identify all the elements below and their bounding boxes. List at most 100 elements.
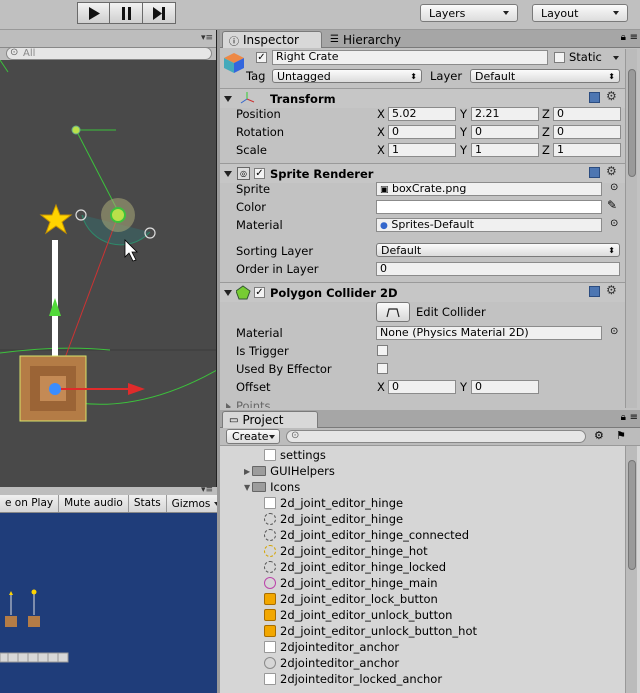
tab-inspector[interactable]: ⓘ Inspector bbox=[222, 31, 322, 48]
foldout-icon bbox=[224, 290, 232, 296]
collider-material-field[interactable]: None (Physics Material 2D) bbox=[376, 326, 602, 340]
sprite-renderer-enabled-checkbox[interactable]: ✓ bbox=[254, 168, 265, 179]
layer-dropdown[interactable]: Default ⬍ bbox=[470, 69, 620, 83]
order-in-layer-field[interactable]: 0 bbox=[376, 262, 620, 276]
menu-icon[interactable]: ≡ bbox=[630, 32, 638, 43]
scene-canvas[interactable] bbox=[0, 60, 217, 487]
expand-open-icon[interactable]: ▼ bbox=[244, 483, 250, 492]
panel-splitter[interactable]: ▾≡ bbox=[0, 485, 217, 495]
pause-button[interactable] bbox=[110, 2, 143, 24]
tree-row[interactable]: 2d_joint_editor_hinge_locked bbox=[264, 559, 446, 575]
rotation-x-field[interactable]: 0 bbox=[388, 125, 456, 139]
tree-row-label: 2djointeditor_anchor bbox=[280, 640, 400, 654]
filter-label-icon[interactable]: ⚑ bbox=[616, 429, 626, 442]
tree-row[interactable]: 2d_joint_editor_hinge bbox=[264, 511, 403, 527]
scene-view[interactable]: ▾≡ ⊙ All bbox=[0, 30, 217, 487]
tree-row[interactable]: 2d_joint_editor_lock_button bbox=[264, 591, 438, 607]
object-picker-icon[interactable]: ⊙ bbox=[610, 182, 618, 193]
lock-icon[interactable]: 🔒︎ bbox=[621, 412, 626, 423]
maximize-on-play-toggle[interactable]: e on Play bbox=[0, 495, 60, 512]
mute-audio-toggle[interactable]: Mute audio bbox=[59, 495, 129, 512]
tree-row[interactable]: 2d_joint_editor_unlock_button_hot bbox=[264, 623, 477, 639]
is-trigger-checkbox[interactable] bbox=[377, 345, 388, 356]
used-by-effector-checkbox[interactable] bbox=[377, 363, 388, 374]
help-icon[interactable] bbox=[589, 92, 600, 103]
layout-dropdown[interactable]: Layout bbox=[532, 4, 628, 22]
tree-row[interactable]: 2djointeditor_anchor bbox=[264, 639, 399, 655]
step-button[interactable] bbox=[143, 2, 176, 24]
stats-toggle[interactable]: Stats bbox=[128, 495, 167, 512]
gear-icon[interactable]: ⚙ bbox=[606, 164, 617, 178]
edit-collider-button[interactable] bbox=[376, 302, 410, 322]
create-dropdown[interactable]: Create bbox=[226, 429, 280, 444]
help-icon[interactable] bbox=[589, 286, 600, 297]
static-checkbox[interactable] bbox=[554, 52, 565, 63]
eyedropper-icon[interactable]: ✎ bbox=[607, 198, 617, 212]
axis-x-label: X bbox=[377, 107, 385, 121]
filter-type-icon[interactable]: ⚙ bbox=[594, 429, 604, 442]
tree-row[interactable]: ▶ GUIHelpers bbox=[244, 463, 335, 479]
scale-y-field[interactable]: 1 bbox=[471, 143, 539, 157]
rotation-y-field[interactable]: 0 bbox=[471, 125, 539, 139]
tab-hierarchy[interactable]: ☰ Hierarchy bbox=[324, 31, 407, 48]
menu-icon[interactable]: ▾≡ bbox=[201, 485, 213, 495]
help-icon[interactable] bbox=[589, 167, 600, 178]
lock-icon[interactable]: 🔒︎ bbox=[621, 32, 626, 43]
object-picker-icon[interactable]: ⊙ bbox=[610, 326, 618, 337]
polygon-collider-icon bbox=[236, 285, 251, 300]
sprite-field[interactable]: ▣ boxCrate.png bbox=[376, 182, 602, 196]
gizmos-dropdown[interactable]: Gizmos bbox=[166, 495, 217, 512]
sprite-renderer-header[interactable]: ◎ ✓ Sprite Renderer ⚙ bbox=[220, 163, 625, 183]
inspector-scroll-thumb[interactable] bbox=[628, 69, 636, 177]
tree-row[interactable]: 2d_joint_editor_hinge_main bbox=[264, 575, 438, 591]
play-button[interactable] bbox=[77, 2, 110, 24]
tree-row[interactable]: settings bbox=[264, 447, 326, 463]
offset-x-field[interactable]: 0 bbox=[388, 380, 456, 394]
position-x-field[interactable]: 5.02 bbox=[388, 107, 456, 121]
inspector-scrollbar[interactable] bbox=[625, 49, 637, 408]
polygon-collider-header[interactable]: ✓ Polygon Collider 2D ⚙ bbox=[220, 282, 625, 302]
project-scroll-thumb[interactable] bbox=[628, 460, 636, 570]
project-scrollbar[interactable] bbox=[625, 446, 637, 693]
transform-header[interactable]: Transform ⚙ bbox=[220, 88, 625, 108]
gear-icon[interactable]: ⚙ bbox=[606, 89, 617, 103]
material-field[interactable]: ● Sprites-Default bbox=[376, 218, 602, 232]
tree-row[interactable]: 2d_joint_editor_unlock_button bbox=[264, 607, 452, 623]
project-search-input[interactable]: ⊙ bbox=[286, 430, 586, 443]
position-y-field[interactable]: 2.21 bbox=[471, 107, 539, 121]
tree-row[interactable]: 2d_joint_editor_hinge_hot bbox=[264, 543, 428, 559]
object-picker-icon[interactable]: ⊙ bbox=[610, 218, 618, 229]
scene-search-input[interactable]: ⊙ All bbox=[6, 47, 212, 60]
tree-row[interactable]: 2d_joint_editor_hinge bbox=[264, 495, 403, 511]
sprite-value: boxCrate.png bbox=[392, 182, 467, 195]
layers-dropdown[interactable]: Layers bbox=[420, 4, 518, 22]
sorting-layer-dropdown[interactable]: Default ⬍ bbox=[376, 243, 620, 257]
file-icon bbox=[264, 449, 276, 461]
game-view[interactable]: e on Play Mute audio Stats Gizmos bbox=[0, 495, 217, 693]
scale-x-field[interactable]: 1 bbox=[388, 143, 456, 157]
tree-row[interactable]: 2d_joint_editor_hinge_connected bbox=[264, 527, 469, 543]
tab-project[interactable]: ▭ Project bbox=[222, 411, 318, 428]
position-z-field[interactable]: 0 bbox=[553, 107, 621, 121]
object-name-field[interactable]: Right Crate bbox=[272, 50, 548, 65]
expand-closed-icon[interactable]: ▶ bbox=[244, 467, 250, 476]
foldout-closed-icon[interactable] bbox=[226, 403, 231, 408]
tree-row[interactable]: ▼ Icons bbox=[244, 479, 300, 495]
color-field[interactable] bbox=[376, 200, 602, 214]
gear-icon[interactable]: ⚙ bbox=[606, 283, 617, 297]
menu-icon[interactable]: ≡ bbox=[630, 412, 638, 423]
tab-inspector-label: Inspector bbox=[243, 33, 299, 47]
tree-row[interactable]: 2djointeditor_anchor bbox=[264, 655, 399, 671]
scene-search-bar: ⊙ All bbox=[0, 47, 216, 60]
position-label: Position bbox=[236, 107, 281, 121]
polygon-collider-enabled-checkbox[interactable]: ✓ bbox=[254, 287, 265, 298]
menu-icon[interactable]: ▾≡ bbox=[201, 33, 213, 43]
scale-z-field[interactable]: 1 bbox=[553, 143, 621, 157]
rotation-z-field[interactable]: 0 bbox=[553, 125, 621, 139]
chevron-down-icon[interactable] bbox=[613, 56, 619, 60]
active-checkbox[interactable]: ✓ bbox=[256, 52, 267, 63]
offset-y-field[interactable]: 0 bbox=[471, 380, 539, 394]
color-label: Color bbox=[236, 200, 267, 214]
tree-row[interactable]: 2djointeditor_locked_anchor bbox=[264, 671, 442, 687]
tag-dropdown[interactable]: Untagged ⬍ bbox=[272, 69, 422, 83]
